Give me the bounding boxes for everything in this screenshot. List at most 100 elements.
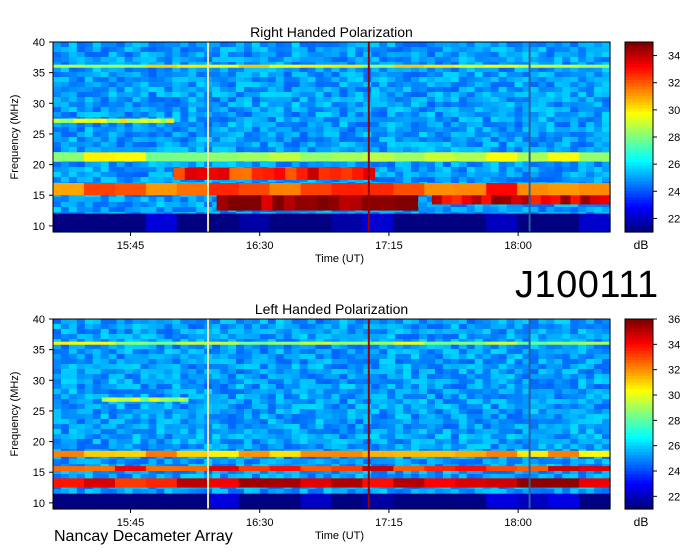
- spectrogram-cell: [68, 384, 78, 390]
- spectrogram-cell: [458, 102, 468, 108]
- spectrogram-cell: [108, 319, 118, 325]
- emission-band-segment: [517, 64, 549, 68]
- spectrogram-cell: [251, 349, 261, 355]
- spectrogram-cell: [132, 429, 142, 435]
- spectrogram-cell: [291, 444, 301, 450]
- spectrogram-cell: [188, 97, 197, 103]
- spectrogram-cell: [116, 197, 126, 203]
- spectrogram-cell: [347, 112, 356, 118]
- spectrogram-cell: [506, 102, 516, 108]
- spectrogram-cell: [140, 82, 150, 88]
- spectrogram-cell: [339, 162, 349, 168]
- spectrogram-cell: [283, 359, 293, 365]
- spectrogram-cell: [100, 57, 110, 63]
- spectrogram-cell: [283, 344, 293, 350]
- spectrogram-cell: [188, 137, 197, 143]
- spectrogram-cell: [116, 162, 126, 168]
- spectrogram-cell: [172, 202, 181, 208]
- spectrogram-cell: [291, 319, 301, 325]
- spectrogram-cell: [403, 127, 412, 133]
- spectrogram-cell: [546, 57, 555, 63]
- emission-band-segment: [481, 194, 492, 205]
- spectrogram-cell: [474, 459, 484, 465]
- spectrogram-cell: [347, 72, 356, 78]
- spectrogram-cell: [220, 444, 229, 450]
- spectrogram-cell: [530, 92, 539, 98]
- spectrogram-cell: [76, 354, 86, 360]
- spectrogram-cell: [92, 389, 102, 395]
- spectrogram-cell: [299, 439, 309, 445]
- spectrogram-cell: [434, 434, 444, 440]
- spectrogram-cell: [546, 87, 555, 93]
- spectrogram-cell: [299, 77, 309, 83]
- spectrogram-cell: [188, 47, 197, 53]
- spectrogram-cell: [530, 77, 539, 83]
- spectrogram-cell: [506, 67, 516, 73]
- spectrogram-cell: [466, 207, 476, 213]
- spectrogram-cell: [212, 349, 221, 355]
- spectrogram-cell: [259, 324, 269, 330]
- spectrogram-cell: [60, 77, 70, 83]
- spectrogram-cell: [482, 142, 492, 148]
- spectrogram-cell: [228, 384, 237, 390]
- spectrogram-cell: [586, 172, 595, 178]
- spectrogram-cell: [411, 167, 420, 173]
- spectrogram-cell: [148, 419, 158, 425]
- spectrogram-cell: [188, 444, 197, 450]
- spectrogram-cell: [53, 167, 62, 173]
- spectrogram-cell: [355, 112, 364, 118]
- spectrogram-cell: [172, 57, 181, 63]
- spectrogram-cell: [236, 102, 245, 108]
- spectrogram-cell: [100, 404, 110, 410]
- spectrogram-cell: [275, 414, 285, 420]
- spectrogram-cell: [482, 102, 492, 108]
- spectrogram-cell: [53, 197, 62, 203]
- spectrogram-cell: [124, 344, 134, 350]
- spectrogram-cell: [538, 67, 547, 73]
- spectrogram-cell: [196, 349, 205, 355]
- spectrogram-cell: [530, 142, 539, 148]
- spectrogram-cell: [196, 127, 205, 133]
- spectrogram-cell: [228, 147, 237, 153]
- spectrogram-cell: [339, 137, 349, 143]
- spectrogram-cell: [387, 102, 396, 108]
- spectrogram-cell: [60, 107, 70, 113]
- spectrogram-cell: [243, 334, 253, 340]
- emission-band-segment: [53, 152, 85, 162]
- colorbar-tick-label: 34: [668, 51, 680, 63]
- spectrogram-cell: [387, 444, 396, 450]
- spectrogram-cell: [355, 107, 364, 113]
- spectrogram-cell: [76, 57, 86, 63]
- spectrogram-cell: [220, 92, 229, 98]
- spectrogram-cell: [243, 102, 253, 108]
- spectrogram-cell: [458, 87, 468, 93]
- spectrogram-cell: [108, 87, 118, 93]
- spectrogram-cell: [442, 409, 452, 415]
- spectrogram-cell: [554, 92, 563, 98]
- spectrogram-cell: [148, 359, 158, 365]
- spectrogram-cell: [243, 364, 253, 370]
- spectrogram-cell: [291, 82, 301, 88]
- spectrogram-cell: [243, 72, 253, 78]
- spectrogram-cell: [92, 82, 102, 88]
- spectrogram-cell: [379, 72, 388, 78]
- spectrogram-cell: [323, 444, 333, 450]
- spectrogram-cell: [395, 344, 404, 350]
- spectrogram-cell: [243, 147, 253, 153]
- spectrogram-cell: [172, 349, 181, 355]
- emission-band-segment: [83, 152, 116, 162]
- spectrogram-cell: [180, 389, 189, 395]
- spectrogram-cell: [92, 324, 102, 330]
- spectrogram-cell: [84, 429, 94, 435]
- spectrogram-cell: [212, 67, 221, 73]
- emission-band-segment: [83, 182, 116, 196]
- spectrogram-cell: [498, 132, 508, 138]
- spectrogram-cell: [395, 434, 404, 440]
- spectrogram-cell: [339, 107, 349, 113]
- spectrogram-cell: [220, 384, 229, 390]
- spectrogram-cell: [387, 122, 396, 128]
- spectrogram-cell: [196, 67, 205, 73]
- spectrogram-cell: [156, 414, 165, 420]
- spectrogram-cell: [259, 97, 269, 103]
- spectrogram-cell: [132, 77, 142, 83]
